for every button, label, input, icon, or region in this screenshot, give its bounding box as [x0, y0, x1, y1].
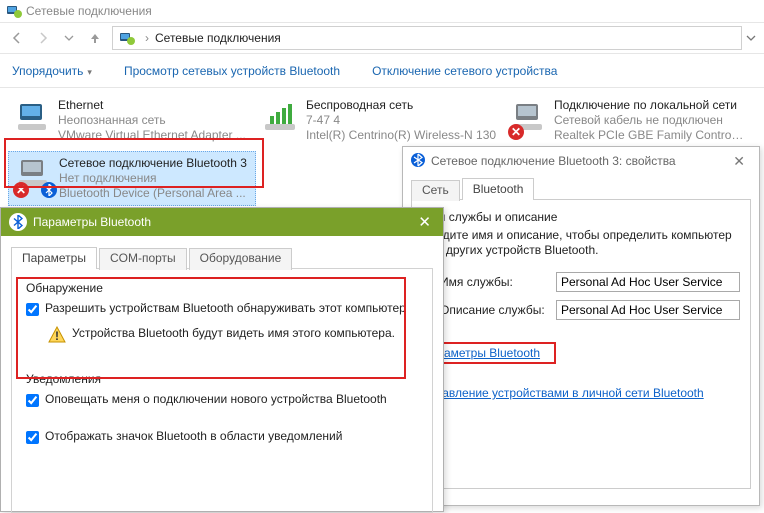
connection-name: Беспроводная сеть	[306, 98, 496, 113]
view-bt-devices-button[interactable]: Просмотр сетевых устройств Bluetooth	[124, 64, 340, 78]
wifi-icon	[262, 98, 302, 138]
chk-notify-new-device[interactable]	[26, 394, 39, 407]
service-desc-field[interactable]	[556, 300, 740, 320]
connection-item-wifi[interactable]: Беспроводная сеть 7-47 4 Intel(R) Centri…	[256, 94, 504, 147]
breadcrumb-chevron-icon: ›	[145, 31, 149, 45]
close-icon[interactable]: ✕	[414, 213, 435, 231]
history-dropdown[interactable]	[57, 26, 81, 50]
toolbar: Упорядочить Просмотр сетевых устройств B…	[0, 54, 764, 88]
properties-tabs: Сеть Bluetooth	[403, 175, 759, 199]
ethernet-icon	[14, 98, 54, 138]
chk-tray-icon-label: Отображать значок Bluetooth в области ув…	[45, 429, 342, 444]
service-section-desc: Введите имя и описание, чтобы определить…	[422, 228, 740, 258]
callout-rect-discovery	[16, 277, 406, 379]
bluetooth-icon	[9, 213, 27, 231]
tab-network[interactable]: Сеть	[411, 180, 460, 201]
connection-device: Bluetooth Device (Personal Area ...	[59, 186, 247, 201]
properties-titlebar[interactable]: Сетевое подключение Bluetooth 3: свойств…	[403, 147, 759, 175]
window-title-bar: Сетевые подключения	[0, 0, 764, 22]
service-name-label: Имя службы:	[440, 275, 556, 289]
ethernet-icon: ✕	[510, 98, 550, 138]
bt-params-tabs: Параметры COM-порты Оборудование	[1, 236, 443, 268]
connection-device: Intel(R) Centrino(R) Wireless-N 130	[306, 128, 496, 143]
disabled-x-icon: ✕	[508, 124, 524, 140]
organize-menu[interactable]: Упорядочить	[12, 64, 92, 78]
tab-hardware[interactable]: Оборудование	[189, 248, 293, 270]
bt-params-titlebar[interactable]: Параметры Bluetooth ✕	[1, 208, 443, 236]
tab-params[interactable]: Параметры	[11, 247, 97, 269]
connection-status: 7-47 4	[306, 113, 496, 128]
tab-bluetooth[interactable]: Bluetooth	[462, 178, 535, 200]
connection-status: Сетевой кабель не подключен	[554, 113, 746, 128]
chk-notify-label: Оповещать меня о подключении нового устр…	[45, 392, 387, 407]
connection-name: Ethernet	[58, 98, 246, 113]
callout-rect-connection	[4, 138, 264, 188]
properties-title: Сетевое подключение Bluetooth 3: свойств…	[431, 154, 727, 168]
close-icon[interactable]: ✕	[727, 153, 751, 170]
chk-tray-icon[interactable]	[26, 431, 39, 444]
network-connections-icon	[119, 30, 135, 46]
network-connections-icon	[6, 3, 22, 19]
connection-item-local[interactable]: ✕ Подключение по локальной сети Сетевой …	[504, 94, 752, 147]
properties-dialog: Сетевое подключение Bluetooth 3: свойств…	[402, 146, 760, 506]
connection-name: Подключение по локальной сети	[554, 98, 746, 113]
back-button[interactable]	[5, 26, 29, 50]
connection-device: Realtek PCIe GBE Family Controller	[554, 128, 746, 143]
properties-body: Имя службы и описание Введите имя и опис…	[411, 199, 751, 489]
breadcrumb-root[interactable]: Сетевые подключения	[155, 31, 281, 45]
forward-button[interactable]	[31, 26, 55, 50]
up-button[interactable]	[83, 26, 107, 50]
window-title: Сетевые подключения	[26, 4, 152, 18]
address-bar-row: › Сетевые подключения	[0, 22, 764, 54]
connection-status: Неопознанная сеть	[58, 113, 246, 128]
service-desc-label: Описание службы:	[440, 303, 556, 317]
bt-params-title: Параметры Bluetooth	[33, 215, 414, 229]
service-section-title: Имя службы и описание	[422, 210, 740, 224]
tab-com-ports[interactable]: COM-порты	[99, 248, 187, 270]
disable-device-button[interactable]: Отключение сетевого устройства	[372, 64, 557, 78]
address-box[interactable]: › Сетевые подключения	[112, 26, 742, 50]
bt-params-body: Обнаружение Разрешить устройствам Blueto…	[11, 268, 433, 513]
bt-params-dialog: Параметры Bluetooth ✕ Параметры COM-порт…	[0, 207, 444, 512]
bluetooth-icon	[411, 153, 427, 169]
service-name-field[interactable]	[556, 272, 740, 292]
address-dropdown[interactable]	[742, 33, 760, 43]
link-manage-devices[interactable]: Управление устройствами в личной сети Bl…	[422, 386, 704, 400]
